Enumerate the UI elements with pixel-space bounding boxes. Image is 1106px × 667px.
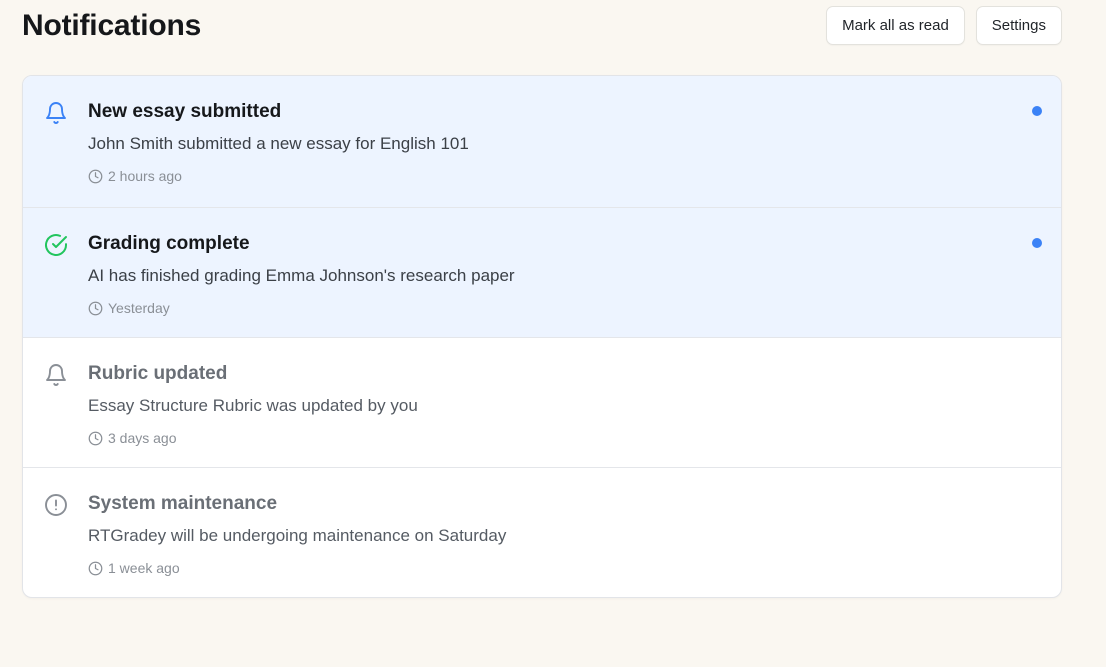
notification-title: Rubric updated <box>88 363 228 384</box>
clock-icon <box>88 301 103 316</box>
notification-item[interactable]: System maintenance RTGradey will be unde… <box>23 467 1061 597</box>
notification-item[interactable]: New essay submitted John Smith submitted… <box>23 76 1061 207</box>
unread-dot <box>1032 106 1042 116</box>
notification-time-text: 3 days ago <box>108 430 177 446</box>
notification-time: 1 week ago <box>88 559 180 577</box>
mark-all-read-button[interactable]: Mark all as read <box>826 6 965 45</box>
notification-message: Essay Structure Rubric was updated by yo… <box>88 396 418 415</box>
notification-time: 2 hours ago <box>88 167 182 185</box>
clock-icon <box>88 561 103 576</box>
bell-icon <box>44 101 68 125</box>
clock-icon <box>88 431 103 446</box>
header-actions: Mark all as read Settings <box>826 6 1062 45</box>
notification-time: 3 days ago <box>88 429 177 447</box>
notification-message: John Smith submitted a new essay for Eng… <box>88 134 469 153</box>
settings-button[interactable]: Settings <box>975 6 1062 45</box>
bell-icon <box>44 363 68 387</box>
notification-title: System maintenance <box>88 493 278 514</box>
unread-dot <box>1032 238 1042 248</box>
notification-time-text: Yesterday <box>108 300 170 316</box>
notification-time-text: 2 hours ago <box>108 168 182 184</box>
notification-message: RTGradey will be undergoing maintenance … <box>88 526 507 545</box>
notification-time-text: 1 week ago <box>108 560 180 576</box>
alert-circle-icon <box>44 493 68 517</box>
check-circle-icon <box>44 233 68 257</box>
notification-item[interactable]: Rubric updated Essay Structure Rubric wa… <box>23 337 1061 467</box>
notification-item[interactable]: Grading complete AI has finished grading… <box>23 207 1061 337</box>
notification-time: Yesterday <box>88 299 170 317</box>
page-title: Notifications <box>22 9 202 42</box>
notification-title: New essay submitted <box>88 101 282 122</box>
notification-message: AI has finished grading Emma Johnson's r… <box>88 266 515 285</box>
notification-title: Grading complete <box>88 233 250 254</box>
clock-icon <box>88 169 103 184</box>
notification-list: New essay submitted John Smith submitted… <box>22 75 1062 598</box>
